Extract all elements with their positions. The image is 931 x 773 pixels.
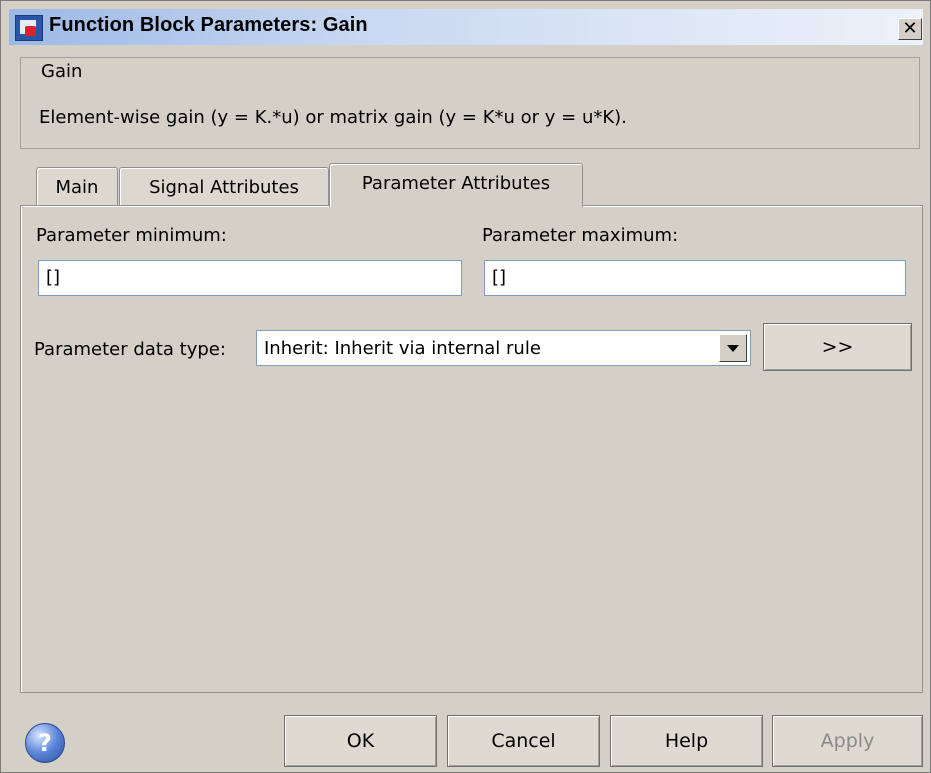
param-min-field[interactable]: [] [38, 260, 462, 296]
dialog-window: Function Block Parameters: Gain ✕ Gain E… [0, 0, 931, 773]
window-title: Function Block Parameters: Gain [49, 14, 368, 36]
cancel-button[interactable]: Cancel [447, 715, 600, 767]
close-button[interactable]: ✕ [898, 18, 922, 40]
param-max-field[interactable]: [] [484, 260, 906, 296]
group-legend: Gain [37, 61, 87, 82]
help-icon[interactable]: ? [25, 723, 65, 763]
data-type-label: Parameter data type: [34, 339, 226, 360]
title-bar[interactable]: Function Block Parameters: Gain ✕ [9, 9, 923, 45]
param-min-label: Parameter minimum: [36, 225, 227, 246]
ok-button[interactable]: OK [284, 715, 437, 767]
data-type-value: Inherit: Inherit via internal rule [264, 338, 541, 359]
param-max-label: Parameter maximum: [482, 225, 679, 246]
apply-button[interactable]: Apply [772, 715, 923, 767]
help-button[interactable]: Help [610, 715, 763, 767]
gain-group-box [20, 57, 920, 149]
data-type-select[interactable]: Inherit: Inherit via internal rule [256, 330, 751, 366]
tab-main[interactable]: Main [36, 167, 118, 207]
block-description: Element-wise gain (y = K.*u) or matrix g… [39, 107, 627, 128]
dropdown-arrow-icon[interactable] [719, 334, 747, 362]
data-type-assistant-button[interactable]: >> [763, 323, 912, 371]
tab-signal-attributes[interactable]: Signal Attributes [119, 167, 329, 207]
tab-parameter-attributes[interactable]: Parameter Attributes [329, 163, 583, 207]
simulink-block-icon [15, 15, 43, 41]
